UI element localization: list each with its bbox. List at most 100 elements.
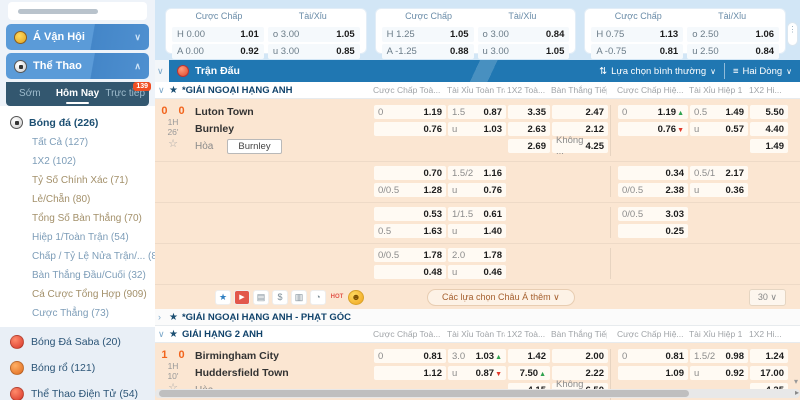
collapsed-widget[interactable] [8, 2, 147, 20]
odds-cell[interactable]: 0/0.53.03 [618, 207, 688, 221]
scroll-thumb[interactable] [18, 9, 98, 14]
sidebar-item-first-last-goal[interactable]: Bàn Thắng Đầu/Cuối (32) [0, 266, 155, 285]
sidebar-item-saba-football[interactable]: Bóng Đá Saba (20) [0, 329, 155, 355]
odds-cell[interactable]: A 0.000.92 [172, 44, 264, 59]
odds-cell[interactable]: 3.35 [508, 105, 550, 119]
horizontal-scrollbar[interactable]: ▸ [155, 389, 800, 398]
cashout-dollar-icon[interactable]: $ [272, 290, 288, 305]
odds-cell[interactable]: 0.34 [618, 166, 688, 180]
odds-cell[interactable]: 1.24 [750, 349, 788, 363]
odds-cell[interactable]: H 1.251.05 [382, 27, 474, 42]
odds-cell[interactable]: 2.63 [508, 122, 550, 136]
odds-cell[interactable]: 00.81 [374, 349, 446, 363]
home-team[interactable]: Birmingham City [195, 349, 374, 363]
sidebar-item-1x2[interactable]: 1X2 (102) [0, 152, 155, 171]
odds-cell[interactable]: u0.87▼ [448, 366, 506, 380]
odds-cell[interactable]: u0.36 [690, 183, 748, 197]
odds-cell[interactable]: A -1.250.88 [382, 44, 474, 59]
chevron-right-icon[interactable]: › [158, 312, 161, 322]
odds-cell[interactable]: 0.51.49 [690, 105, 748, 119]
odds-cell[interactable]: 1.5/21.16 [448, 166, 506, 180]
sort-mode-dropdown[interactable]: ⇅Lựa chọn bình thường∨ [591, 60, 724, 82]
chevron-down-icon[interactable]: ∨ [134, 32, 141, 43]
odds-cell[interactable]: 0.48 [374, 265, 446, 279]
odds-cell[interactable]: o 3.001.05 [268, 27, 360, 42]
odds-cell[interactable]: 2.22 [552, 366, 608, 380]
odds-cell[interactable]: u1.03 [448, 122, 506, 136]
odds-cell[interactable]: A -0.750.81 [591, 44, 683, 59]
odds-cell[interactable]: 1.12 [374, 366, 446, 380]
tv-icon[interactable]: ▤ [253, 290, 269, 305]
odds-cell[interactable]: 2.47 [552, 105, 608, 119]
league-name[interactable]: GIẢI HẠNG 2 ANH [182, 329, 373, 340]
more-asian-lines-dropdown[interactable]: Các lựa chọn Châu Á thêm ∨ [427, 289, 575, 306]
odds-cell[interactable]: u 3.001.05 [478, 44, 570, 59]
league-name[interactable]: *GIẢI NGOẠI HẠNG ANH - PHẠT GÓC [182, 312, 351, 323]
sidebar-item-ht-ft[interactable]: Hiệp 1/Toàn Trận (54) [0, 228, 155, 247]
odds-cell[interactable]: 2.00 [552, 349, 608, 363]
odds-cell[interactable]: u0.92 [690, 366, 748, 380]
scrollbar-thumb[interactable] [159, 390, 689, 397]
odds-cell[interactable]: 1.49 [750, 139, 788, 153]
favorite-star-icon[interactable]: ★ [169, 329, 178, 340]
sidebar-item-all[interactable]: Tất Cả (127) [0, 133, 155, 152]
sidebar-banner-sports[interactable]: Thể Thao ∧ [6, 53, 149, 79]
odds-cell[interactable]: o 2.501.06 [687, 27, 779, 42]
odds-cell[interactable]: u0.46 [448, 265, 506, 279]
chevron-down-icon[interactable]: ∨ [158, 85, 165, 96]
odds-cell[interactable]: 2.69 [508, 139, 550, 153]
sidebar-item-mix-parlay[interactable]: Cá Cược Tổng Hợp (909) [0, 285, 155, 304]
stats-icon[interactable]: ▥ [291, 290, 307, 305]
sidebar-item-straight-bet[interactable]: Cược Thẳng (73) [0, 304, 155, 323]
view-mode-dropdown[interactable]: ≡Hai Dòng∨ [725, 60, 800, 82]
tab-today[interactable]: Hôm Nay [54, 82, 102, 106]
odds-cell[interactable]: 01.19▲ [618, 105, 688, 119]
league-name[interactable]: *GIẢI NGOẠI HẠNG ANH [182, 85, 373, 96]
sidebar-item-correct-score[interactable]: Tỷ Số Chính Xác (71) [0, 171, 155, 190]
scroll-right-arrow[interactable]: ▸ [795, 388, 799, 397]
live-play-icon[interactable]: ▶ [234, 290, 250, 305]
home-team[interactable]: Luton Town [195, 105, 374, 119]
odds-cell[interactable]: 1.09 [618, 366, 688, 380]
chevron-down-icon[interactable]: ∨ [158, 329, 165, 340]
sidebar-item-total-goals[interactable]: Tổng Số Bàn Thắng (70) [0, 209, 155, 228]
away-team[interactable]: Huddersfield Town [195, 366, 374, 380]
odds-cell[interactable]: 0/0.51.78 [374, 248, 446, 262]
sidebar-item-football[interactable]: Bóng đá (226) [0, 112, 155, 133]
odds-cell[interactable]: 0.76▼ [618, 122, 688, 136]
odds-cell[interactable]: 0.53 [374, 207, 446, 221]
odds-cell[interactable]: u0.76 [448, 183, 506, 197]
odds-cell[interactable]: 0.25 [618, 224, 688, 238]
odds-cell[interactable]: H 0.001.01 [172, 27, 264, 42]
tab-live[interactable]: Trực tiếp139 [101, 82, 149, 106]
odds-cell[interactable]: 0/0.52.38 [618, 183, 688, 197]
odds-cell[interactable]: 3.01.03▲ [448, 349, 506, 363]
odds-cell[interactable]: 2.12 [552, 122, 608, 136]
odds-cell[interactable]: 0.76 [374, 122, 446, 136]
favorite-star-icon[interactable]: ★ [169, 85, 178, 96]
hot-icon[interactable]: HOT [329, 290, 345, 305]
odds-cell[interactable]: o 3.000.84 [478, 27, 570, 42]
sidebar-item-odd-even[interactable]: Lẻ/Chẵn (80) [0, 190, 155, 209]
sidebar-banner-asian-games[interactable]: Á Vận Hội ∨ [6, 24, 149, 50]
odds-cell[interactable]: u 3.000.85 [268, 44, 360, 59]
sidebar-item-esports[interactable]: Thể Thao Điện Tử (54) [0, 381, 155, 400]
sidebar-item-handicap-half[interactable]: Chấp / Tỷ Lệ Nửa Trận/... (86) [0, 247, 155, 266]
odds-cell[interactable]: 1/1.50.61 [448, 207, 506, 221]
scroll-down-arrow[interactable]: ▾ [794, 377, 798, 386]
odds-cell[interactable]: 0.70 [374, 166, 446, 180]
odds-cell[interactable]: u 2.500.84 [687, 44, 779, 59]
odds-cell[interactable]: Không ...4.25 [552, 139, 608, 153]
odds-cell[interactable]: 5.50 [750, 105, 788, 119]
odds-cell[interactable]: 7.50▲ [508, 366, 550, 380]
odds-cell[interactable]: 00.81 [618, 349, 688, 363]
odds-cell[interactable]: 4.40 [750, 122, 788, 136]
odds-cell[interactable]: 1.5/20.98 [690, 349, 748, 363]
chevron-up-icon[interactable]: ∧ [134, 61, 141, 72]
emoji-icon[interactable]: ☻ [348, 290, 364, 305]
odds-cell[interactable]: 2.01.78 [448, 248, 506, 262]
odds-cell[interactable]: 1.50.87 [448, 105, 506, 119]
odds-cell[interactable]: 0.51.63 [374, 224, 446, 238]
odds-cell[interactable]: 1.42 [508, 349, 550, 363]
odds-cell[interactable]: 17.00 [750, 366, 788, 380]
